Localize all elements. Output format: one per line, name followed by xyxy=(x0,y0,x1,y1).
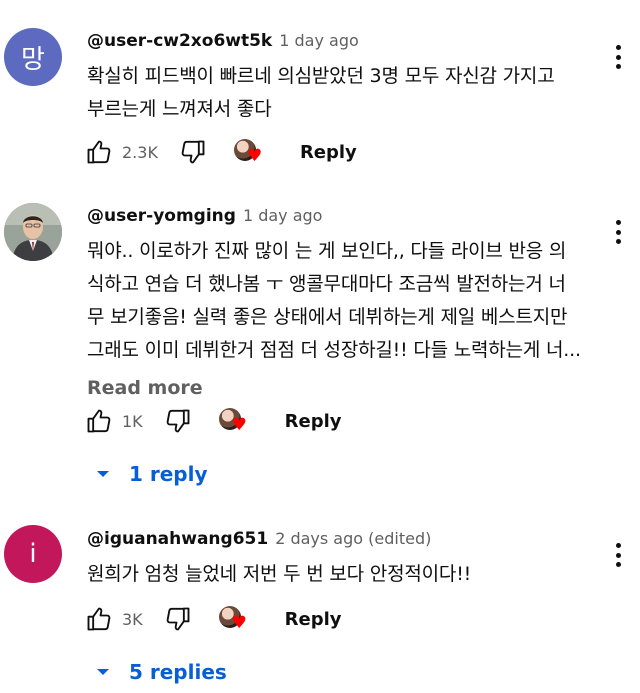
comment-author[interactable]: @user-yomging xyxy=(87,205,236,227)
more-vert-icon[interactable] xyxy=(608,540,628,570)
thumbs-down-icon[interactable] xyxy=(163,604,193,634)
comment-text-line: 확실히 피드백이 빠르네 의심받았던 3명 모두 자신감 가지고 xyxy=(87,65,555,87)
thumbs-up-icon[interactable] xyxy=(84,604,114,634)
avatar-letter: i xyxy=(29,539,37,569)
heart-icon: ♥ xyxy=(246,146,263,166)
creator-heart-icon: ♥ xyxy=(218,604,249,634)
view-replies-button[interactable]: 1 reply xyxy=(95,462,208,486)
comment-text-line: 부르는게 느껴져서 좋다 xyxy=(87,98,272,120)
creator-heart-icon: ♥ xyxy=(218,406,249,436)
more-vert-icon[interactable] xyxy=(608,42,628,72)
comment-time: 1 day ago xyxy=(242,206,323,225)
like-count: 2.3K xyxy=(122,142,158,162)
comment-text-line: 무 보기좋음! 실력 좋은 상태에서 데뷔하는게 제일 베스트지만 xyxy=(87,306,568,328)
chevron-down-icon xyxy=(97,669,109,675)
reply-button[interactable]: Reply xyxy=(285,609,342,630)
heart-icon: ♥ xyxy=(231,415,247,435)
reply-button[interactable]: Reply xyxy=(300,142,357,163)
comment-text-line: 원희가 엄청 늘었네 저번 두 번 보다 안정적이다!! xyxy=(87,563,472,585)
thumbs-up-icon[interactable] xyxy=(84,137,114,167)
comment-time: 1 day ago xyxy=(279,31,359,50)
comment-text-line: 식하고 연습 더 했나봄 ㅜ 앵콜무대마다 조금씩 발전하는거 너 xyxy=(87,273,566,295)
chevron-down-icon xyxy=(97,471,109,477)
more-vert-icon[interactable] xyxy=(608,217,628,247)
avatar[interactable]: 망 xyxy=(4,28,62,86)
like-count: 3K xyxy=(122,609,143,629)
comment-text: 원희가 엄청 늘었네 저번 두 번 보다 안정적이다!! xyxy=(87,558,590,591)
creator-heart-icon: ♥ xyxy=(233,137,264,167)
thumbs-down-icon[interactable] xyxy=(178,137,208,167)
comment-text-line: 뭐야.. 이로하가 진짜 많이 는 게 보인다,, 다들 라이브 반응 의 xyxy=(87,240,567,262)
comment-text: 확실히 피드백이 빠르네 의심받았던 3명 모두 자신감 가지고 부르는게 느껴… xyxy=(87,60,590,126)
comment-author[interactable]: @iguanahwang651 xyxy=(87,528,268,550)
reply-button[interactable]: Reply xyxy=(285,411,342,432)
read-more-button[interactable]: Read more xyxy=(87,377,590,399)
thumbs-down-icon[interactable] xyxy=(163,406,193,436)
comment-time: 2 days ago (edited) xyxy=(275,529,432,548)
view-replies-button[interactable]: 5 replies xyxy=(95,660,227,684)
replies-count-label: 1 reply xyxy=(129,462,208,486)
avatar-letter: 망 xyxy=(21,44,45,75)
like-count: 1K xyxy=(122,411,143,431)
avatar-photo xyxy=(4,203,62,261)
comment-author[interactable]: @user-cw2xo6wt5k xyxy=(87,30,272,52)
thumbs-up-icon[interactable] xyxy=(84,406,114,436)
avatar[interactable]: i xyxy=(4,525,62,583)
comment-text: 뭐야.. 이로하가 진짜 많이 는 게 보인다,, 다들 라이브 반응 의 식하… xyxy=(87,235,590,367)
heart-icon: ♥ xyxy=(231,613,247,633)
avatar[interactable] xyxy=(4,203,62,261)
comment-text-line: 그래도 이미 데뷔한거 점점 더 성장하길!! 다들 노력하는게 너... xyxy=(87,339,581,361)
replies-count-label: 5 replies xyxy=(129,660,227,684)
